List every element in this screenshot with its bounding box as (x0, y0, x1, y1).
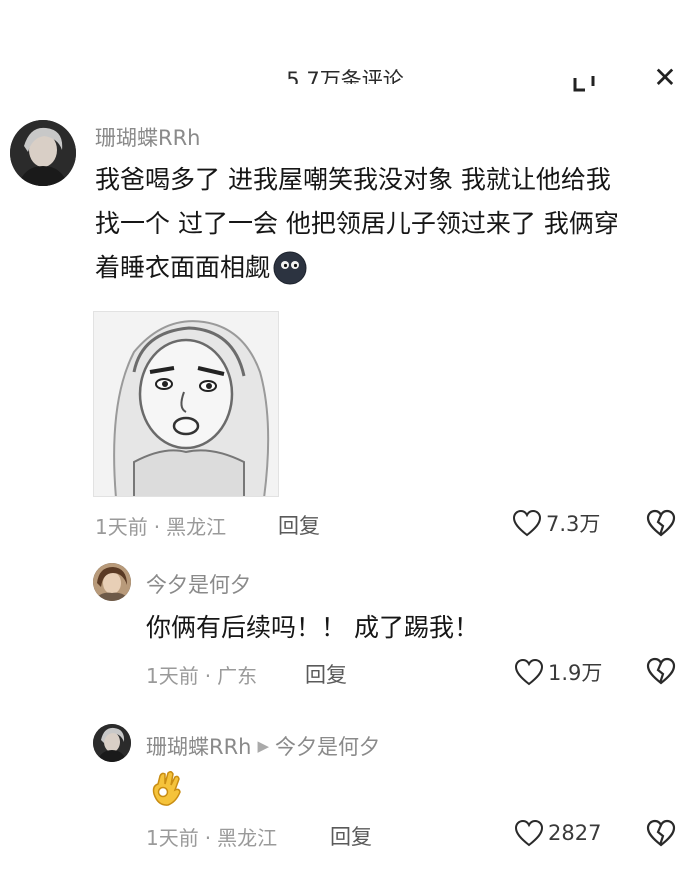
heart-outline-icon (512, 509, 542, 537)
comment-meta: 1天前 · 黑龙江 (95, 515, 227, 539)
reply-button[interactable]: 回复 (330, 821, 372, 851)
reply-username[interactable]: 珊瑚蝶RRh (146, 731, 252, 761)
broken-heart-icon[interactable] (645, 818, 677, 852)
dark-face-emoji-icon (272, 250, 308, 286)
broken-heart-icon[interactable] (645, 656, 677, 690)
reply-to-username[interactable]: 今夕是何夕 (275, 731, 380, 761)
comment-location: 黑龙江 (166, 515, 227, 539)
comment-line: 着睡衣面面相觑 (95, 246, 685, 290)
like-button[interactable]: 2827 (514, 819, 601, 847)
ok-hand-emoji-icon (146, 768, 186, 808)
comment-line-text: 着睡衣面面相觑 (95, 253, 271, 282)
reply-meta: 1天前 · 广东 (146, 664, 258, 688)
broken-heart-icon[interactable] (645, 508, 677, 542)
avatar[interactable] (93, 563, 131, 601)
reply-location: 黑龙江 (217, 826, 278, 850)
reply-time: 1天前 (146, 826, 199, 850)
reply-location: 广东 (217, 664, 258, 688)
avatar[interactable] (10, 120, 76, 186)
like-count: 1.9万 (548, 661, 603, 685)
like-button[interactable]: 1.9万 (514, 657, 602, 687)
comment-line: 找一个 过了一会 他把领居儿子领过来了 我俩穿 (95, 209, 619, 238)
comment-time: 1天前 (95, 515, 148, 539)
heart-outline-icon (514, 819, 544, 847)
like-count: 2827 (548, 821, 602, 845)
reply-arrow-icon: ▶ (257, 737, 270, 755)
heart-outline-icon (514, 658, 544, 686)
comment-image[interactable] (93, 311, 279, 497)
comment-text: 我爸喝多了 进我屋嘲笑我没对象 我就让他给我 找一个 过了一会 他把领居儿子领过… (95, 158, 685, 290)
comment-username[interactable]: 珊瑚蝶RRh (95, 122, 201, 152)
reply-button[interactable]: 回复 (305, 659, 347, 689)
reply-button[interactable]: 回复 (278, 510, 320, 540)
reply-header: 珊瑚蝶RRh ▶ 今夕是何夕 (146, 731, 380, 761)
avatar[interactable] (93, 724, 131, 762)
collapse-icon[interactable] (565, 60, 605, 96)
reply-time: 1天前 (146, 664, 199, 688)
reply-text: 你俩有后续吗！！ 成了踢我！ (146, 613, 479, 642)
reply-username[interactable]: 今夕是何夕 (146, 569, 251, 599)
reply-meta: 1天前 · 黑龙江 (146, 826, 278, 850)
comment-line: 我爸喝多了 进我屋嘲笑我没对象 我就让他给我 (95, 165, 611, 194)
like-count: 7.3万 (546, 512, 601, 536)
comments-header: 5.7万条评论 ✕ (0, 0, 690, 96)
close-icon[interactable]: ✕ (645, 58, 685, 98)
like-button[interactable]: 7.3万 (512, 508, 600, 538)
